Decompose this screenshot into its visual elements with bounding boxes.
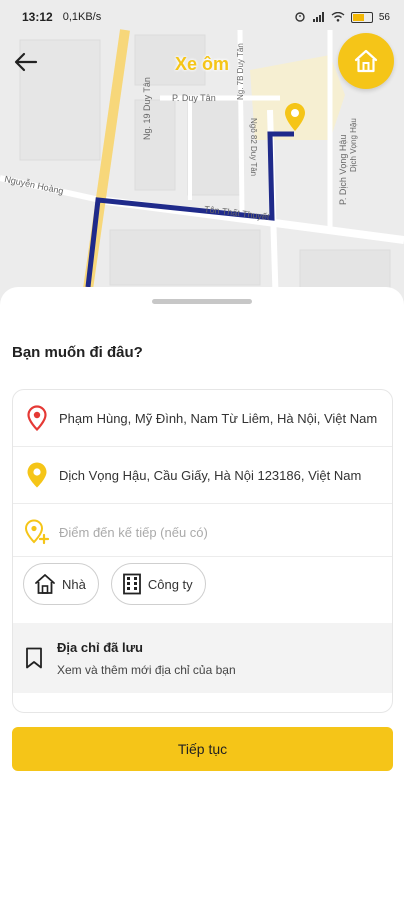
work-chip-label: Công ty (147, 576, 193, 592)
pickup-pin-icon (23, 404, 51, 432)
battery-level: 56 (378, 11, 390, 23)
street-label: P. Dịch Vọng Hậu (338, 134, 348, 205)
street-label: P. Duy Tân (172, 93, 216, 103)
work-chip[interactable]: Công ty (110, 563, 206, 605)
bottom-sheet: Bạn muốn đi đâu? Phạm Hùng, Mỹ Đình, Nam… (0, 287, 404, 900)
wifi-icon (331, 12, 345, 22)
pickup-address: Phạm Hùng, Mỹ Đình, Nam Từ Liêm, Hà Nội,… (59, 410, 378, 426)
bookmark-icon (26, 647, 42, 669)
battery-icon (350, 11, 373, 23)
alarm-icon (295, 12, 305, 22)
home-outline-icon (35, 574, 55, 594)
saved-addresses-subtitle: Xem và thêm mới địa chỉ của bạn (57, 662, 236, 677)
quick-place-chips: Nhà Công ty (23, 563, 206, 605)
home-button[interactable] (338, 33, 394, 89)
sheet-drag-handle[interactable] (152, 299, 252, 304)
status-bar: 13:12 0,1KB/s 56 (0, 0, 404, 34)
network-speed: 0,1KB/s (62, 11, 102, 23)
home-chip-label: Nhà (62, 576, 86, 592)
sheet-title: Bạn muốn đi đâu? (12, 344, 143, 361)
continue-button[interactable]: Tiếp tục (12, 727, 393, 771)
building-icon (122, 573, 141, 595)
next-stop-field[interactable]: Điểm đến kế tiếp (nếu có) (13, 504, 392, 560)
street-label: Dịch Vọng Hậu (349, 118, 358, 172)
divider (13, 556, 392, 557)
home-icon (354, 49, 378, 73)
destination-field[interactable]: Dịch Vọng Hậu, Cầu Giấy, Hà Nội 123186, … (13, 447, 392, 503)
add-location-icon (23, 518, 51, 546)
pickup-field[interactable]: Phạm Hùng, Mỹ Đình, Nam Từ Liêm, Hà Nội,… (13, 390, 392, 446)
destination-address: Dịch Vọng Hậu, Cầu Giấy, Hà Nội 123186, … (59, 467, 362, 483)
status-time: 13:12 (22, 10, 53, 24)
destination-pin-icon (23, 461, 51, 489)
saved-addresses-row[interactable]: Địa chỉ đã lưu Xem và thêm mới địa chỉ c… (13, 623, 392, 693)
street-label: Ng. 19 Duy Tân (142, 77, 152, 140)
signal-icon (312, 12, 324, 22)
route-card: Phạm Hùng, Mỹ Đình, Nam Từ Liêm, Hà Nội,… (12, 389, 393, 713)
saved-addresses-title: Địa chỉ đã lưu (57, 639, 143, 655)
street-label: Ngõ 82 Duy Tân (249, 118, 258, 177)
next-stop-placeholder: Điểm đến kế tiếp (nếu có) (59, 524, 208, 540)
home-chip[interactable]: Nhà (23, 563, 99, 605)
